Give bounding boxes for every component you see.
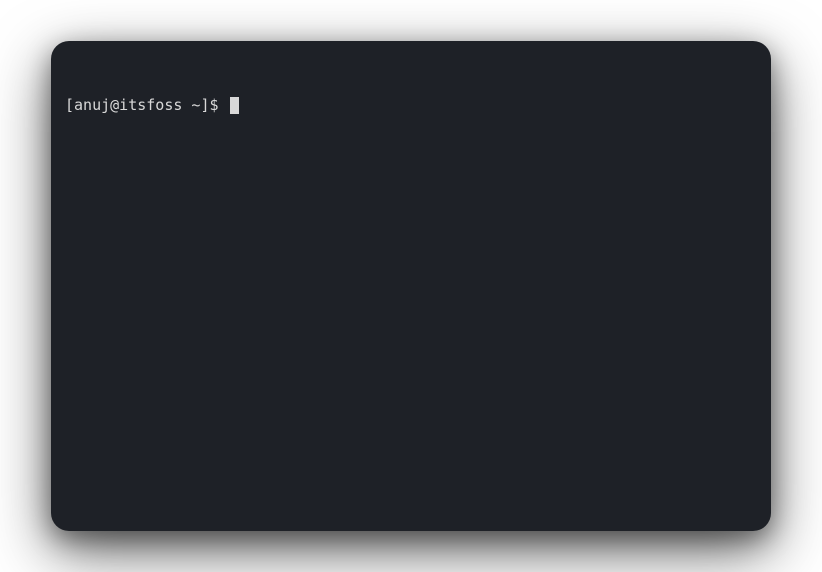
terminal-window[interactable]: [anuj@itsfoss ~]$ bbox=[51, 41, 771, 531]
shell-prompt: [anuj@itsfoss ~]$ bbox=[65, 95, 228, 116]
terminal-content: [anuj@itsfoss ~]$ bbox=[65, 53, 757, 158]
prompt-line[interactable]: [anuj@itsfoss ~]$ bbox=[65, 95, 757, 116]
cursor-icon bbox=[230, 97, 239, 114]
